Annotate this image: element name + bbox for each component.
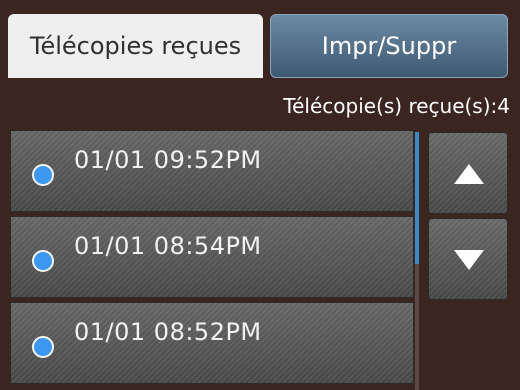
fax-list-item-1[interactable]: 01/01 09:52PM xyxy=(10,130,414,212)
fax-item-label: 01/01 09:52PM xyxy=(74,146,262,174)
scroll-down-button[interactable] xyxy=(428,218,508,300)
scroll-up-button[interactable] xyxy=(428,132,508,214)
scrollbar-thumb[interactable] xyxy=(415,132,419,264)
fax-list: 01/01 09:52PM 01/01 08:54PM 01/01 08:52P… xyxy=(10,130,414,390)
radio-dot-icon xyxy=(32,250,54,272)
list-scrollbar[interactable] xyxy=(415,132,419,390)
received-count-label: Télécopie(s) reçue(s):4 xyxy=(283,94,510,118)
fax-list-item-3[interactable]: 01/01 08:52PM xyxy=(10,302,414,384)
fax-list-item-2[interactable]: 01/01 08:54PM xyxy=(10,216,414,298)
print-delete-button[interactable]: Impr/Suppr xyxy=(270,14,508,78)
fax-item-label: 01/01 08:54PM xyxy=(74,232,262,260)
fax-screen: Télécopies reçues Impr/Suppr Télécopie(s… xyxy=(0,0,520,390)
radio-dot-icon xyxy=(32,336,54,358)
triangle-up-icon xyxy=(454,164,484,184)
radio-dot-icon xyxy=(32,164,54,186)
triangle-down-icon xyxy=(454,250,484,270)
fax-item-label: 01/01 08:52PM xyxy=(74,318,262,346)
tab-received-faxes[interactable]: Télécopies reçues xyxy=(8,14,263,78)
